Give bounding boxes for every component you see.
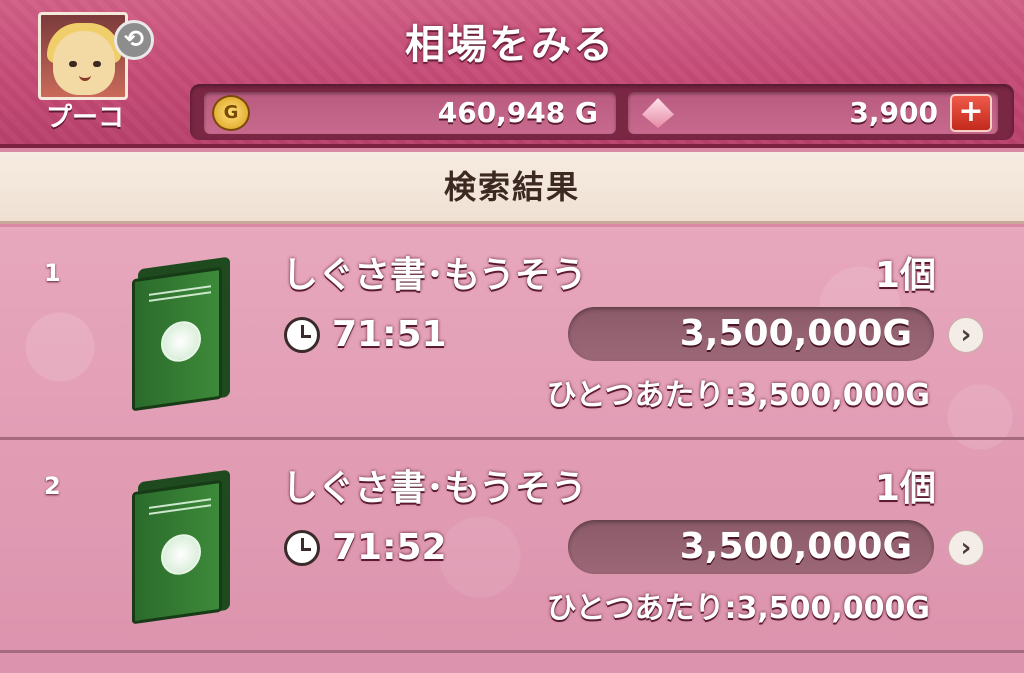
list-item[interactable]: 1 しぐさ書･もうそう 1個 71:51 3,500,000G › ひとつあたり… — [0, 227, 1024, 440]
item-quantity: 1個 — [874, 255, 936, 296]
result-index: 2 — [44, 472, 61, 500]
section-title: 検索結果 — [443, 168, 580, 206]
green-book-icon — [128, 469, 232, 625]
gold-coin-icon: G — [212, 95, 250, 131]
result-index: 1 — [44, 259, 61, 287]
total-price: 3,500,000G — [679, 313, 912, 354]
character-portrait-icon[interactable] — [38, 12, 128, 100]
gold-display: G 460,948 G — [204, 92, 616, 134]
total-price-pill: 3,500,000G — [568, 520, 934, 574]
results-list: 1 しぐさ書･もうそう 1個 71:51 3,500,000G › ひとつあたり… — [0, 227, 1024, 673]
total-price: 3,500,000G — [679, 526, 912, 567]
unit-price: ひとつあたり:3,500,000G — [546, 591, 930, 626]
section-header: 検索結果 — [0, 152, 1024, 224]
item-name: しぐさ書･もうそう — [282, 255, 587, 296]
green-book-icon — [128, 256, 232, 412]
gem-amount: 3,900 — [849, 96, 938, 129]
gold-amount: 460,948 G — [437, 96, 598, 129]
total-price-pill: 3,500,000G — [568, 307, 934, 361]
clock-icon — [284, 530, 320, 566]
currency-bar: G 460,948 G 3,900 + — [190, 84, 1014, 140]
clock-icon — [284, 317, 320, 353]
player-name: プーコ — [45, 103, 124, 133]
chevron-right-icon[interactable]: › — [948, 317, 984, 353]
item-name: しぐさ書･もうそう — [282, 468, 587, 509]
gem-display: 3,900 + — [628, 92, 998, 134]
add-gems-button[interactable]: + — [950, 94, 992, 132]
unit-price: ひとつあたり:3,500,000G — [546, 378, 930, 413]
item-quantity: 1個 — [874, 468, 936, 509]
header-bar: 相場をみる ⟲ プーコ G 460,948 G 3,900 + — [0, 0, 1024, 148]
time-left: 71:51 — [332, 314, 447, 355]
time-left: 71:52 — [332, 527, 447, 568]
gem-icon — [642, 98, 674, 128]
list-item[interactable]: 2 しぐさ書･もうそう 1個 71:52 3,500,000G › ひとつあたり… — [0, 440, 1024, 653]
chevron-right-icon[interactable]: › — [948, 530, 984, 566]
page-title: 相場をみる — [405, 22, 615, 68]
swap-character-icon[interactable]: ⟲ — [114, 20, 154, 60]
